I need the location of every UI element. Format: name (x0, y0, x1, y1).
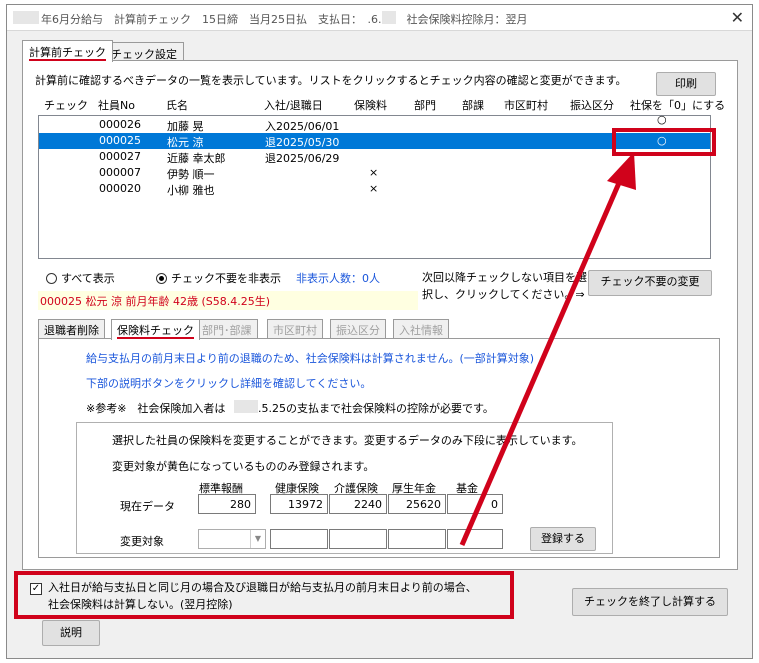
tab-label: 入社情報 (399, 324, 443, 337)
hint-text-1: 次回以降チェックしない項目を選 (422, 271, 587, 284)
tab-retiree-delete[interactable]: 退職者削除 (38, 319, 105, 338)
message-line-3a: ※参考※ 社会保険加入者は (86, 402, 226, 415)
cell-name: 伊勢 順一 (167, 168, 215, 181)
window-title: 年6月分給与 計算前チェック 15日締 当月25日払 支払日： .6.25 社会… (41, 13, 528, 26)
current-pension: 25620 (388, 494, 446, 514)
explain-button[interactable]: 説明 (42, 620, 100, 646)
target-fund[interactable] (447, 529, 503, 549)
cell-zero-social: ○ (657, 113, 667, 126)
highlight-box-zero-social (612, 128, 716, 156)
message-line-1: 給与支払月の前月末日より前の退職のため、社会保険料は計算されません。(一部計算対… (86, 352, 535, 365)
cell-empno: 000025 (99, 134, 141, 147)
tab-label: 退職者削除 (44, 324, 99, 337)
table-row[interactable]: 000020 小柳 雅也 × (39, 181, 710, 197)
cell-date: 退2025/06/29 (265, 152, 340, 165)
col-header-zero-social[interactable]: 社保を「0」にする (630, 97, 725, 113)
check-list[interactable]: 000026 加藤 晃 入2025/06/01 ○ 000025 松元 涼 退2… (38, 113, 711, 259)
col-header-empno[interactable]: 社員No (98, 97, 135, 113)
current-data-label: 現在データ (120, 500, 175, 513)
cell-insurance: × (369, 166, 379, 179)
highlight-box-checkbox (14, 571, 514, 619)
redacted-year (13, 11, 39, 24)
close-icon[interactable]: ✕ (731, 8, 744, 27)
col-header-city[interactable]: 市区町村 (504, 97, 548, 113)
cell-date: 入2025/06/01 (265, 120, 340, 133)
target-care-ins[interactable] (329, 529, 387, 549)
table-row[interactable]: 000007 伊勢 順一 × (39, 165, 710, 181)
target-health-ins[interactable] (270, 529, 328, 549)
current-care-ins: 2240 (329, 494, 387, 514)
radio-hide-unneeded[interactable]: チェック不要を非表示 (156, 270, 281, 286)
redacted-year-3 (234, 400, 258, 413)
finish-and-calc-button[interactable]: チェックを終了し計算する (572, 588, 728, 616)
cell-date: 退2025/05/30 (265, 136, 340, 149)
target-pension[interactable] (388, 529, 446, 549)
tab-check-settings[interactable]: チェック設定 (104, 42, 184, 62)
tab-insurance-check[interactable]: 保険料チェック (111, 319, 200, 340)
cell-name: 加藤 晃 (167, 120, 204, 133)
col-header-check[interactable]: チェック (44, 97, 88, 113)
col-header-insurance[interactable]: 保険料 (354, 97, 387, 113)
radio-icon (156, 273, 167, 284)
radio-label: チェック不要を非表示 (171, 272, 281, 285)
table-row-selected[interactable]: 000025 松元 涼 退2025/05/30 ○ (39, 133, 710, 149)
tab-label: 保険料チェック (117, 324, 194, 339)
cell-insurance: × (369, 182, 379, 195)
table-row[interactable]: 000026 加藤 晃 入2025/06/01 ○ (39, 113, 710, 133)
col-header-dept[interactable]: 部門 (414, 97, 436, 113)
cell-empno: 000007 (99, 166, 141, 179)
radio-icon (46, 273, 57, 284)
radio-show-all[interactable]: すべて表示 (46, 270, 115, 286)
chevron-down-icon: ▼ (250, 530, 265, 548)
cell-name: 松元 涼 (167, 136, 204, 149)
current-fund: 0 (447, 494, 503, 514)
tab-label: 計算前チェック (29, 46, 106, 61)
col-header-transfer[interactable]: 振込区分 (570, 97, 614, 113)
hidden-count: 非表示人数：0人 (296, 272, 380, 285)
current-standard-pay: 280 (198, 494, 256, 514)
title-bar: 年6月分給与 計算前チェック 15日締 当月25日払 支払日： .6.25 社会… (7, 5, 752, 31)
print-button[interactable]: 印刷 (656, 72, 716, 96)
tab-hire-info[interactable]: 入社情報 (393, 319, 449, 338)
col-header-section[interactable]: 部課 (462, 97, 484, 113)
change-target-label: 変更対象 (120, 535, 164, 548)
standard-pay-select[interactable]: ▼ (198, 529, 266, 549)
radio-label: すべて表示 (61, 272, 115, 285)
current-health-ins: 13972 (270, 494, 328, 514)
col-header-name[interactable]: 氏名 (166, 97, 188, 113)
tab-dept[interactable]: 部門･部課 (196, 319, 258, 338)
tab-pre-calc-check[interactable]: 計算前チェック (22, 40, 113, 62)
tab-label: 部門･部課 (202, 324, 252, 337)
tab-city[interactable]: 市区町村 (267, 319, 323, 338)
redacted-year-2 (382, 11, 396, 24)
col-header-date[interactable]: 入社/退職日 (264, 97, 323, 113)
table-row[interactable]: 000027 近藤 幸太郎 退2025/06/29 (39, 149, 710, 165)
selected-employee-info: 000025 松元 涼 前月年齢 42歳 (S58.4.25生) (38, 291, 418, 310)
cell-name: 小柳 雅也 (167, 184, 215, 197)
message-line-2: 下部の説明ボタンをクリックし詳細を確認してください。 (86, 377, 372, 390)
hint-text-2: 択し、クリックしてください。⇒ (422, 288, 585, 301)
cell-empno: 000027 (99, 150, 141, 163)
cell-name: 近藤 幸太郎 (167, 152, 226, 165)
list-description: 計算前に確認するべきデータの一覧を表示しています。リストをクリックするとチェック… (35, 74, 627, 87)
tab-label: 市区町村 (273, 324, 317, 337)
tab-transfer[interactable]: 振込区分 (330, 319, 386, 338)
cell-empno: 000026 (99, 118, 141, 131)
tab-label: 振込区分 (336, 324, 380, 337)
cell-empno: 000020 (99, 182, 141, 195)
change-unneeded-button[interactable]: チェック不要の変更 (588, 270, 712, 296)
group-line-2: 変更対象が黄色になっているもののみ登録されます。 (112, 460, 375, 473)
group-line-1: 選択した社員の保険料を変更することができます。変更するデータのみ下段に表示してい… (112, 434, 583, 447)
message-line-3b: .5.25の支払まで社会保険料の控除が必要です。 (258, 402, 494, 415)
register-button[interactable]: 登録する (530, 527, 596, 551)
